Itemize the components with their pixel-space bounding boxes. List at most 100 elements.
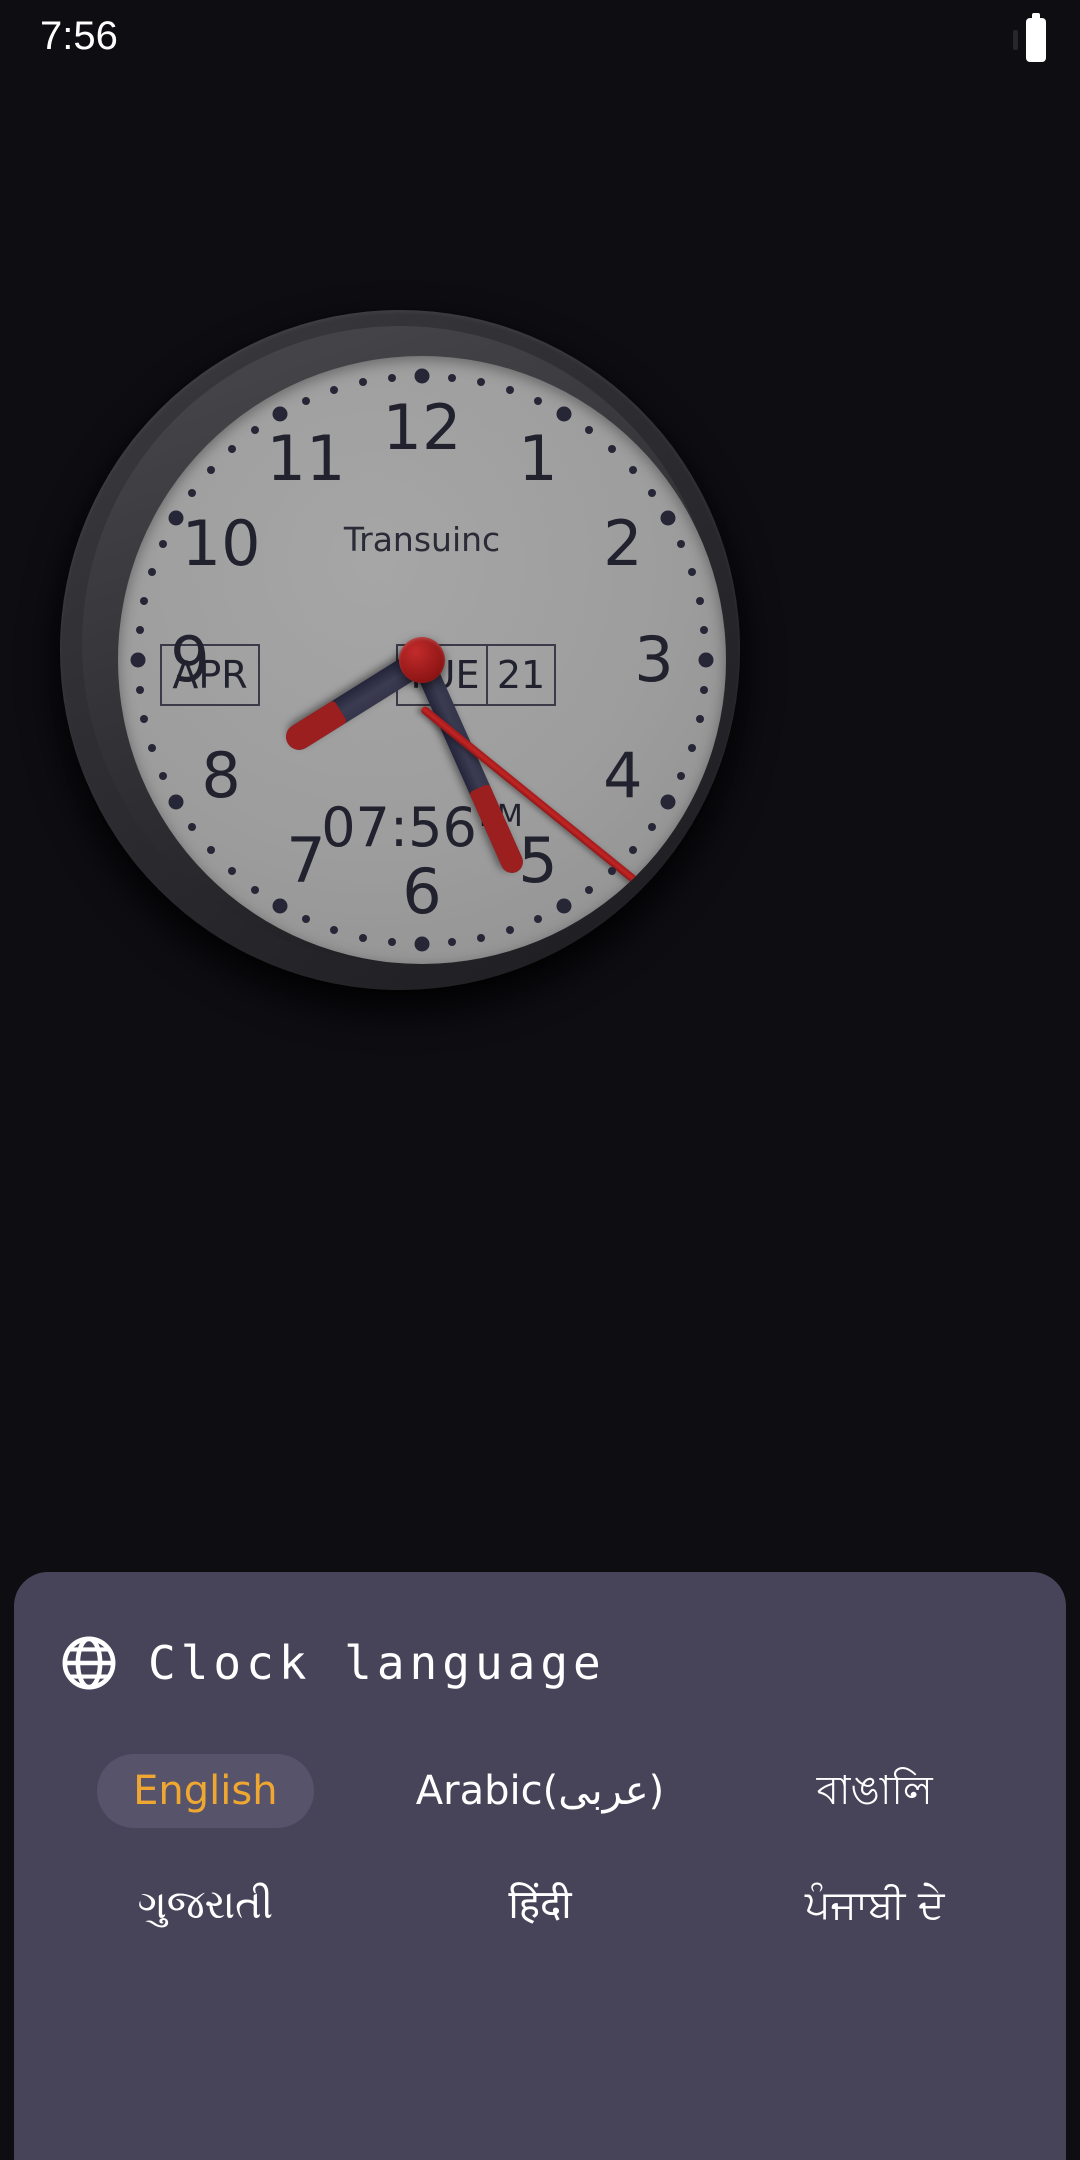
clock-tick [130, 652, 146, 668]
screen: 7:56 Transuinc APR TUE 21 07:56 PM [0, 0, 1080, 2160]
clock-tick [330, 385, 339, 394]
clock-tick [677, 771, 686, 780]
clock-tick [206, 465, 215, 474]
clock-tick [414, 936, 430, 952]
clock-tick [135, 685, 144, 694]
language-chip-3[interactable]: বাঙালি [781, 1754, 969, 1828]
clock-tick [251, 426, 260, 435]
language-chip-6[interactable]: ਪੰਜਾਬੀ ਦੇ [769, 1868, 981, 1942]
language-cell: English [38, 1754, 373, 1828]
clock-tick [330, 926, 339, 935]
clock-tick [608, 444, 617, 453]
clock-tick [158, 540, 167, 549]
clock-tick [660, 794, 676, 810]
sheet-header: Clock language [60, 1634, 606, 1692]
clock-tick [477, 378, 486, 387]
analog-clock-widget[interactable]: Transuinc APR TUE 21 07:56 PM 1212345678… [50, 300, 750, 1030]
clock-language-sheet: Clock language English Arabic(عربى) বাঙালি… [14, 1572, 1066, 2160]
clock-tick [135, 626, 144, 635]
clock-numeral-12: 12 [382, 391, 462, 464]
clock-face: Transuinc APR TUE 21 07:56 PM 1212345678… [118, 356, 726, 964]
clock-tick [629, 465, 638, 474]
clock-numeral-6: 6 [402, 855, 442, 928]
language-chip-1[interactable]: English [97, 1754, 314, 1828]
clock-tick [688, 743, 697, 752]
battery-full-icon [1026, 13, 1046, 62]
clock-brand-label: Transuinc [343, 520, 501, 559]
clock-tick [302, 396, 311, 405]
date-window: 21 [486, 644, 556, 706]
clock-tick [188, 489, 197, 498]
language-cell: Arabic(عربى) [373, 1754, 708, 1828]
clock-tick [227, 444, 236, 453]
clock-tick [272, 406, 288, 422]
clock-tick [629, 846, 638, 855]
clock-tick [695, 596, 704, 605]
clock-numeral-9: 9 [170, 623, 210, 696]
clock-tick [147, 743, 156, 752]
clock-numeral-7: 7 [286, 823, 326, 897]
clock-tick [358, 933, 367, 942]
clock-numeral-11: 11 [266, 422, 346, 496]
clock-tick [414, 368, 430, 384]
clock-tick [584, 885, 593, 894]
clock-tick [505, 385, 514, 394]
clock-tick [477, 933, 486, 942]
clock-numeral-2: 2 [603, 507, 643, 580]
clock-tick [533, 915, 542, 924]
signal-indicator-icon [1013, 30, 1018, 50]
clock-tick [647, 822, 656, 831]
clock-tick [140, 715, 149, 724]
clock-tick [660, 510, 676, 526]
language-chip-5[interactable]: हिंदी [472, 1868, 607, 1942]
language-chip-2[interactable]: Arabic(عربى) [380, 1754, 700, 1828]
clock-tick [447, 938, 456, 947]
status-bar-icons [1013, 13, 1046, 62]
clock-tick [140, 596, 149, 605]
clock-tick [533, 396, 542, 405]
clock-tick [358, 378, 367, 387]
clock-numeral-1: 1 [518, 422, 558, 496]
clock-tick [556, 406, 572, 422]
clock-tick [251, 885, 260, 894]
clock-tick [227, 867, 236, 876]
clock-tick [168, 510, 184, 526]
clock-tick [700, 626, 709, 635]
clock-tick [206, 846, 215, 855]
clock-tick [272, 898, 288, 914]
clock-tick [188, 822, 197, 831]
clock-tick [302, 915, 311, 924]
clock-tick [698, 652, 714, 668]
clock-tick [158, 771, 167, 780]
clock-bezel-inner: Transuinc APR TUE 21 07:56 PM 1212345678… [82, 326, 726, 964]
language-options-grid: English Arabic(عربى) বাঙালি ગુજરાતી हिंदी ਪੰਜ… [38, 1754, 1042, 1942]
clock-tick [647, 489, 656, 498]
clock-tick [147, 568, 156, 577]
clock-tick [700, 685, 709, 694]
clock-tick [388, 938, 397, 947]
clock-tick [388, 373, 397, 382]
status-bar-clock: 7:56 [40, 14, 118, 58]
clock-bezel: Transuinc APR TUE 21 07:56 PM 1212345678… [60, 310, 740, 990]
clock-numeral-3: 3 [634, 623, 674, 696]
status-bar: 7:56 [0, 0, 1080, 80]
clock-tick [677, 540, 686, 549]
clock-numeral-5: 5 [518, 823, 558, 897]
language-cell: हिंदी [373, 1868, 708, 1942]
language-cell: ગુજરાતી [38, 1868, 373, 1942]
clock-numeral-10: 10 [181, 507, 261, 580]
globe-icon [62, 1636, 116, 1690]
clock-numeral-4: 4 [603, 739, 643, 812]
clock-numeral-8: 8 [201, 739, 241, 812]
clock-tick [556, 898, 572, 914]
clock-tick [608, 867, 617, 876]
clock-tick [688, 568, 697, 577]
clock-center-cap [399, 637, 445, 683]
clock-tick [168, 794, 184, 810]
digital-time-value: 07:56 [321, 796, 477, 859]
clock-tick [505, 926, 514, 935]
language-cell: বাঙালি [707, 1754, 1042, 1828]
language-chip-4[interactable]: ગુજરાતી [102, 1868, 309, 1942]
clock-tick [584, 426, 593, 435]
clock-tick [695, 715, 704, 724]
